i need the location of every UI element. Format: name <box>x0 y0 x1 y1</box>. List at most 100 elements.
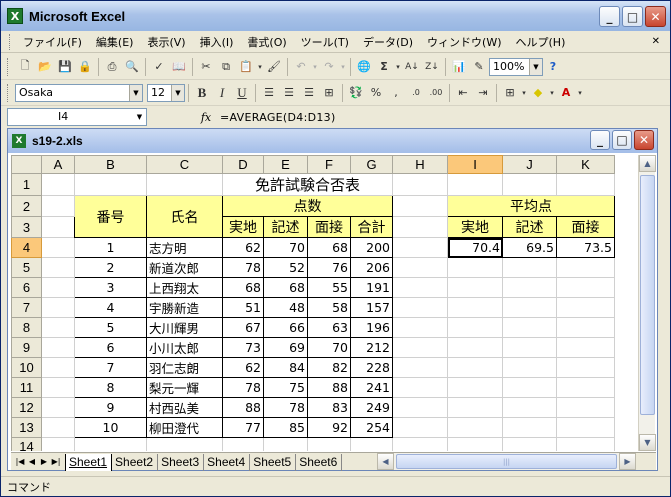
cell-total[interactable]: 206 <box>350 257 393 278</box>
autosum-icon[interactable]: Σ <box>374 57 394 77</box>
chevron-down-icon[interactable]: ▼ <box>529 58 542 75</box>
comma-icon[interactable]: , <box>386 83 406 103</box>
align-right-icon[interactable]: ☰ <box>299 83 319 103</box>
last-sheet-icon[interactable]: ▶| <box>51 457 61 466</box>
workbook-title-bar[interactable]: X s19-2.xls _ □ ✕ <box>8 129 657 153</box>
cell-name[interactable]: 大川輝男 <box>146 317 223 338</box>
horizontal-scroll-thumb[interactable]: ||| <box>396 454 617 469</box>
tab-sheet5[interactable]: Sheet5 <box>250 453 297 471</box>
cell-name[interactable]: 村西弘美 <box>146 397 223 418</box>
cell-interview[interactable]: 70 <box>307 337 351 358</box>
row-header[interactable]: 6 <box>11 277 42 298</box>
tab-sheet6[interactable]: Sheet6 <box>296 453 343 471</box>
header-written[interactable]: 記述 <box>263 216 308 238</box>
cell-no[interactable]: 8 <box>74 377 147 398</box>
undo-icon[interactable]: ↶ <box>291 57 311 77</box>
cell-average-interview[interactable]: 73.5 <box>556 237 615 258</box>
cell-total[interactable]: 254 <box>350 417 393 438</box>
cell-written[interactable]: 68 <box>263 277 308 298</box>
cell-total[interactable]: 157 <box>350 297 393 318</box>
column-header[interactable]: H <box>392 155 448 174</box>
column-header[interactable]: D <box>222 155 264 174</box>
column-header[interactable]: A <box>41 155 75 174</box>
column-header[interactable]: C <box>146 155 223 174</box>
save-icon[interactable]: 💾 <box>55 57 75 77</box>
workbook-minimize-button[interactable]: _ <box>590 130 610 150</box>
cell-no[interactable]: 7 <box>74 357 147 378</box>
row-header[interactable]: 5 <box>11 257 42 278</box>
font-size-select[interactable]: 12 ▼ <box>147 83 185 102</box>
close-button[interactable]: ✕ <box>645 6 666 27</box>
formula-input[interactable]: =AVERAGE(D4:D13) <box>220 111 336 124</box>
redo-icon[interactable]: ↷ <box>319 57 339 77</box>
vertical-scrollbar[interactable]: ▲ ▼ <box>638 155 656 451</box>
active-cell-average-practical[interactable]: 70.4 <box>447 237 503 258</box>
cell-no[interactable]: 6 <box>74 337 147 358</box>
header-practical[interactable]: 実地 <box>222 216 264 238</box>
zoom-select[interactable]: 100% ▼ <box>489 57 543 76</box>
increase-decimal-icon[interactable]: .0 <box>406 83 426 103</box>
header-interview[interactable]: 面接 <box>307 216 351 238</box>
borders-dropdown-icon[interactable]: ▾ <box>520 83 528 103</box>
cell-total[interactable]: 241 <box>350 377 393 398</box>
average-written-label[interactable]: 記述 <box>502 216 557 238</box>
title-bar[interactable]: X Microsoft Excel _ □ ✕ <box>1 1 670 31</box>
chevron-down-icon[interactable]: ▼ <box>133 109 146 125</box>
print-preview-icon[interactable]: 🔍 <box>122 57 142 77</box>
cell-name[interactable]: 上西翔太 <box>146 277 223 298</box>
cell-total[interactable]: 212 <box>350 337 393 358</box>
drawing-icon[interactable]: ✎ <box>469 57 489 77</box>
fill-color-icon[interactable]: ◆ <box>528 83 548 103</box>
row-header[interactable]: 12 <box>11 397 42 418</box>
cell-average-written[interactable]: 69.5 <box>502 237 557 258</box>
menu-file[interactable]: ファイル(F) <box>16 34 89 50</box>
cell-no[interactable]: 2 <box>74 257 147 278</box>
scroll-up-icon[interactable]: ▲ <box>639 155 656 172</box>
cell-written[interactable]: 69 <box>263 337 308 358</box>
cell-no[interactable]: 5 <box>74 317 147 338</box>
cell-total[interactable]: 191 <box>350 277 393 298</box>
cell-name[interactable]: 宇勝新造 <box>146 297 223 318</box>
cell-practical[interactable]: 88 <box>222 397 264 418</box>
cell-practical[interactable]: 73 <box>222 337 264 358</box>
print-icon[interactable]: ⎙ <box>102 57 122 77</box>
increase-indent-icon[interactable]: ⇥ <box>473 83 493 103</box>
bold-icon[interactable]: B <box>192 83 212 103</box>
workbook-close-button[interactable]: ✕ <box>634 130 654 150</box>
cell-practical[interactable]: 68 <box>222 277 264 298</box>
cell-written[interactable]: 70 <box>263 237 308 258</box>
cell-no[interactable]: 9 <box>74 397 147 418</box>
column-header[interactable]: G <box>350 155 393 174</box>
font-name-select[interactable]: Osaka ▼ <box>15 83 143 102</box>
cell-written[interactable]: 52 <box>263 257 308 278</box>
cell-written[interactable]: 84 <box>263 357 308 378</box>
open-icon[interactable]: 📂 <box>35 57 55 77</box>
horizontal-scrollbar[interactable]: ◀ ||| ▶ <box>377 453 636 470</box>
paste-dropdown-icon[interactable]: ▾ <box>256 57 264 77</box>
xls-file-icon[interactable]: X <box>12 134 26 148</box>
row-header[interactable]: 14 <box>11 437 42 451</box>
excel-app-icon[interactable]: X <box>7 8 23 24</box>
name-box[interactable]: I4 ▼ <box>7 108 147 126</box>
decrease-indent-icon[interactable]: ⇤ <box>453 83 473 103</box>
cell-name[interactable]: 梨元一輝 <box>146 377 223 398</box>
redo-dropdown-icon[interactable]: ▾ <box>339 57 347 77</box>
cell-practical[interactable]: 62 <box>222 237 264 258</box>
vertical-scroll-thumb[interactable] <box>640 175 655 415</box>
paste-icon[interactable]: 📋 <box>236 57 256 77</box>
first-sheet-icon[interactable]: |◀ <box>15 457 25 466</box>
header-number[interactable]: 番号 <box>74 195 147 238</box>
cell-written[interactable]: 75 <box>263 377 308 398</box>
cell-practical[interactable]: 78 <box>222 257 264 278</box>
cell-name[interactable]: 小川太郎 <box>146 337 223 358</box>
cell-interview[interactable]: 82 <box>307 357 351 378</box>
tab-sheet4[interactable]: Sheet4 <box>204 453 251 471</box>
cell-no[interactable]: 10 <box>74 417 147 438</box>
cell-practical[interactable]: 51 <box>222 297 264 318</box>
scroll-right-icon[interactable]: ▶ <box>619 453 636 470</box>
menu-edit[interactable]: 編集(E) <box>89 34 141 50</box>
fx-icon[interactable]: fx <box>195 111 217 124</box>
column-header[interactable]: E <box>263 155 308 174</box>
column-header[interactable]: J <box>502 155 557 174</box>
column-header[interactable]: B <box>74 155 147 174</box>
